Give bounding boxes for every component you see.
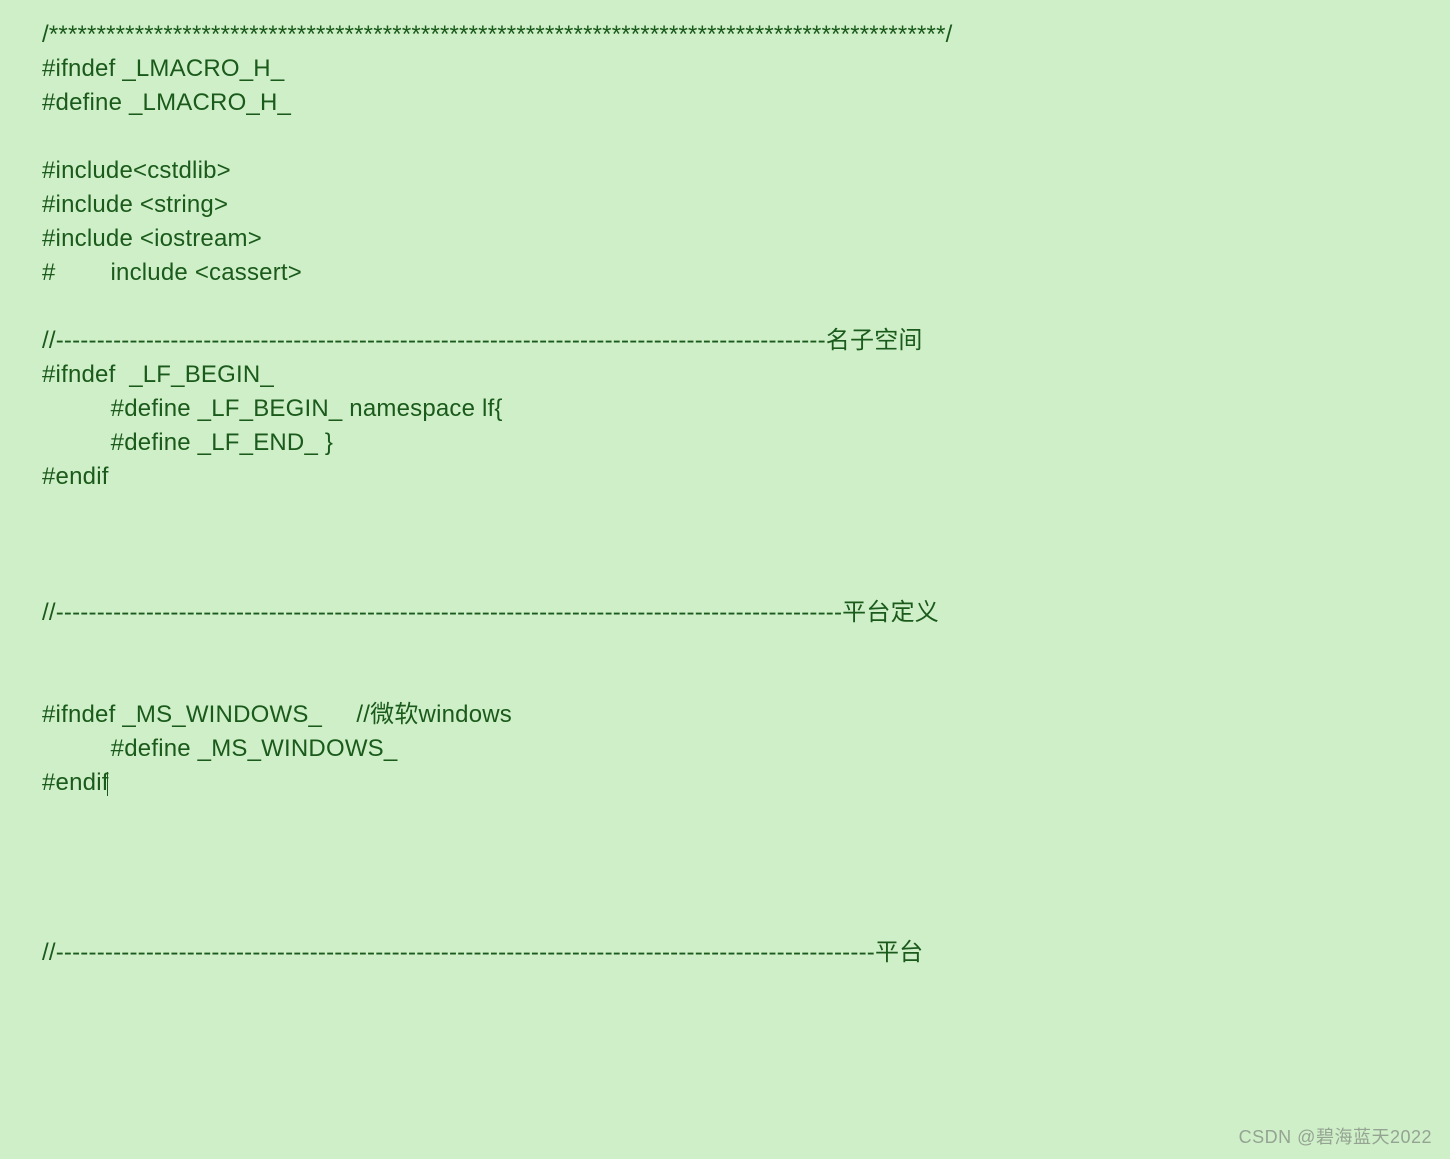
code-line: #include <string> <box>42 191 228 218</box>
code-line: #define _LF_END_ } <box>42 429 333 456</box>
code-line: #ifndef _MS_WINDOWS_ //微软windows <box>42 701 512 728</box>
code-line: #endif <box>42 769 109 796</box>
watermark-text: CSDN @碧海蓝天2022 <box>1239 1123 1432 1149</box>
code-line: #define _LF_BEGIN_ namespace lf{ <box>42 395 503 422</box>
text-cursor <box>107 772 108 796</box>
code-line: #define _MS_WINDOWS_ <box>42 735 397 762</box>
code-line: //--------------------------------------… <box>42 939 923 966</box>
code-line: //--------------------------------------… <box>42 599 939 626</box>
code-line: #include<cstdlib> <box>42 157 231 184</box>
code-line: #ifndef _LF_BEGIN_ <box>42 361 274 388</box>
code-line: # include <cassert> <box>42 259 302 286</box>
code-line: #define _LMACRO_H_ <box>42 89 291 116</box>
code-line: /***************************************… <box>42 21 952 48</box>
code-line: //--------------------------------------… <box>42 327 923 354</box>
code-block[interactable]: /***************************************… <box>0 0 1450 970</box>
code-line: #include <iostream> <box>42 225 262 252</box>
code-line: #ifndef _LMACRO_H_ <box>42 55 284 82</box>
code-line: #endif <box>42 463 109 490</box>
